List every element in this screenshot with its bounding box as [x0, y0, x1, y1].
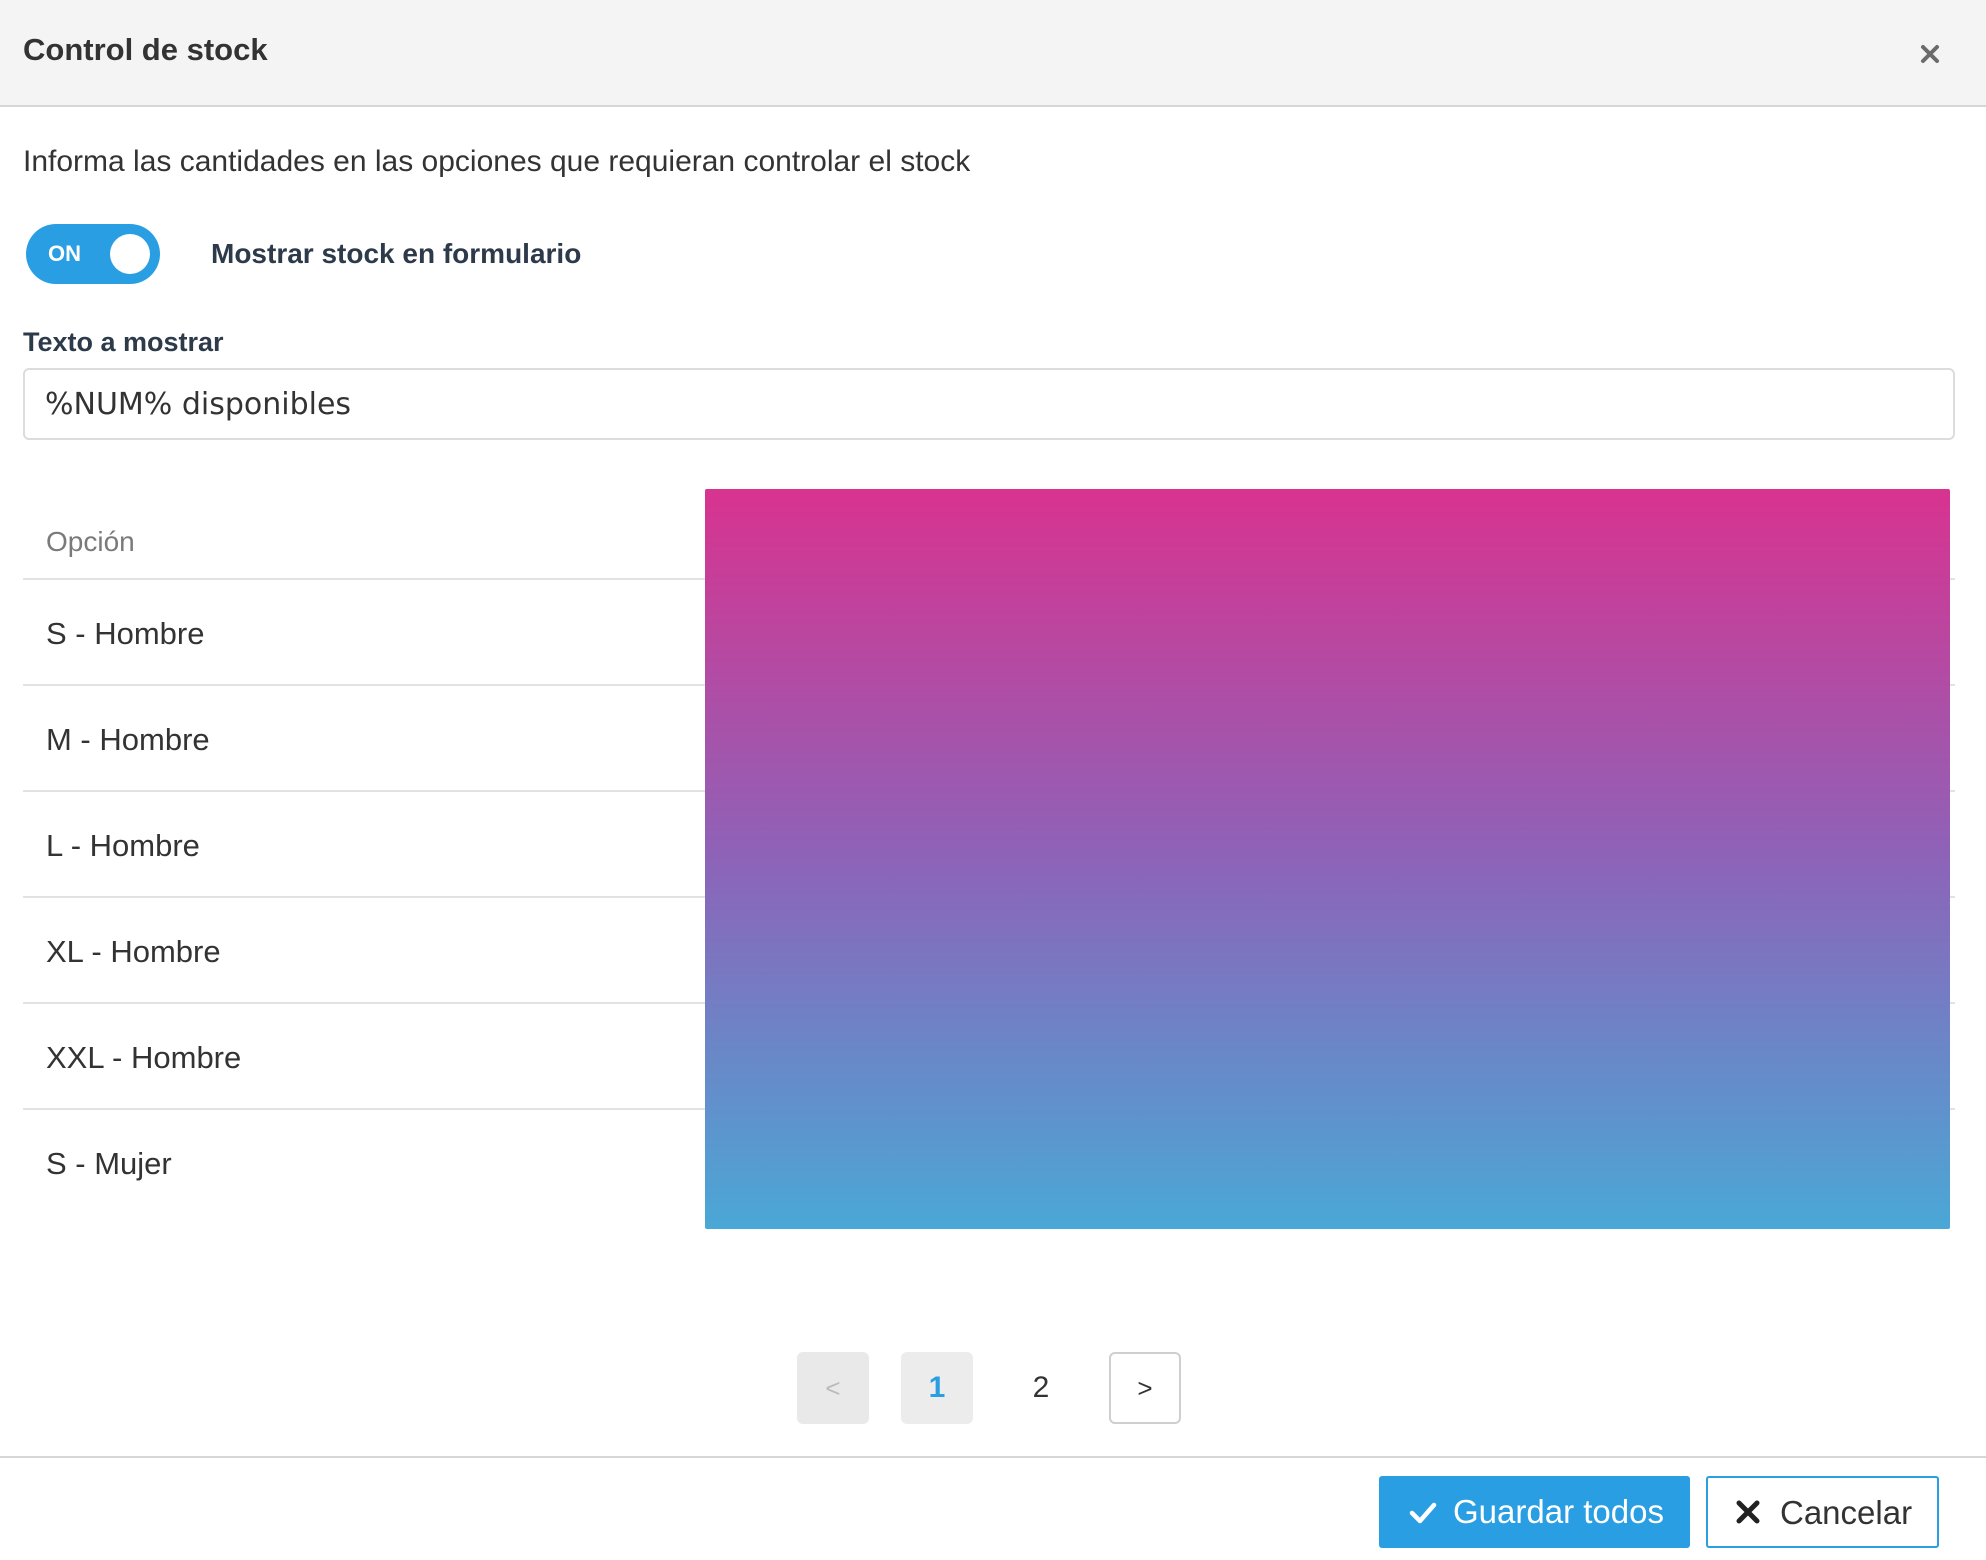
modal-title: Control de stock — [23, 32, 268, 67]
stock-input[interactable]: 1550 — [745, 1126, 1933, 1198]
stock-input[interactable]: 800 — [745, 914, 1933, 986]
stock-value: 1000 — [767, 616, 844, 651]
cancel-label: Cancelar — [1780, 1494, 1913, 1531]
spinner-arrows-icon[interactable] — [1893, 1144, 1919, 1182]
table-row: XL - Hombre 800 — [23, 898, 1955, 1004]
stock-input[interactable]: 0 — [745, 1020, 1933, 1092]
option-label: XL - Hombre — [46, 934, 221, 969]
option-label: M - Hombre — [46, 722, 210, 757]
toggle-knob — [110, 234, 150, 274]
option-label: XXL - Hombre — [46, 1040, 242, 1075]
display-text-label: Texto a mostrar — [23, 327, 224, 357]
option-label: S - Mujer — [46, 1146, 172, 1181]
option-label: L - Hombre — [46, 828, 200, 863]
stock-value: 2350 — [767, 828, 844, 863]
table-row: M - Hombre 2550 — [23, 686, 1955, 792]
save-all-button[interactable]: Guardar todos — [1379, 1476, 1690, 1548]
show-stock-toggle[interactable]: ON — [26, 224, 160, 284]
cancel-button[interactable]: Cancelar — [1706, 1476, 1939, 1548]
table-row: S - Mujer 1550 — [23, 1110, 1955, 1216]
stock-value: 0 — [767, 1040, 787, 1075]
check-icon — [1409, 1502, 1437, 1524]
footer-divider — [0, 1456, 1986, 1458]
table-row: XXL - Hombre 0 — [23, 1004, 1955, 1110]
save-all-label: Guardar todos — [1453, 1493, 1664, 1530]
spinner-arrows-icon[interactable] — [1893, 614, 1919, 652]
column-header-stock: Stock — [743, 526, 814, 557]
stock-input[interactable]: 2350 — [745, 808, 1933, 880]
pagination-page-2[interactable]: 2 — [1005, 1352, 1077, 1424]
x-icon — [1736, 1500, 1760, 1524]
stock-value: 2550 — [767, 722, 844, 757]
table-row: S - Hombre 1000 — [23, 580, 1955, 686]
close-button[interactable] — [1914, 38, 1946, 70]
stock-control-modal: Control de stock Informa las cantidades … — [0, 0, 1986, 1560]
spinner-arrows-icon[interactable] — [1893, 826, 1919, 864]
column-header-option: Opción — [46, 526, 135, 557]
toggle-caption: Mostrar stock en formulario — [211, 238, 582, 269]
close-icon — [1921, 45, 1939, 63]
stock-input[interactable]: 2550 — [745, 702, 1933, 774]
pagination-next-button[interactable]: > — [1109, 1352, 1181, 1424]
spinner-arrows-icon[interactable] — [1893, 932, 1919, 970]
instructions-text: Informa las cantidades en las opciones q… — [23, 145, 971, 178]
display-text-input[interactable] — [23, 368, 1955, 440]
option-label: S - Hombre — [46, 616, 205, 651]
spinner-arrows-icon[interactable] — [1893, 720, 1919, 758]
stock-value: 1550 — [767, 1146, 844, 1181]
stock-table: Opción Stock S - Hombre 1000 M - Hombre … — [23, 490, 1955, 1216]
spinner-arrows-icon[interactable] — [1893, 1038, 1919, 1076]
stock-input[interactable]: 1000 — [745, 596, 1933, 668]
table-header: Opción Stock — [23, 490, 1955, 580]
pagination-page-1[interactable]: 1 — [901, 1352, 973, 1424]
modal-header: Control de stock — [0, 0, 1986, 107]
stock-value: 800 — [767, 934, 825, 969]
pagination-prev-button[interactable]: < — [797, 1352, 869, 1424]
toggle-state-label: ON — [48, 241, 81, 266]
table-row: L - Hombre 2350 — [23, 792, 1955, 898]
